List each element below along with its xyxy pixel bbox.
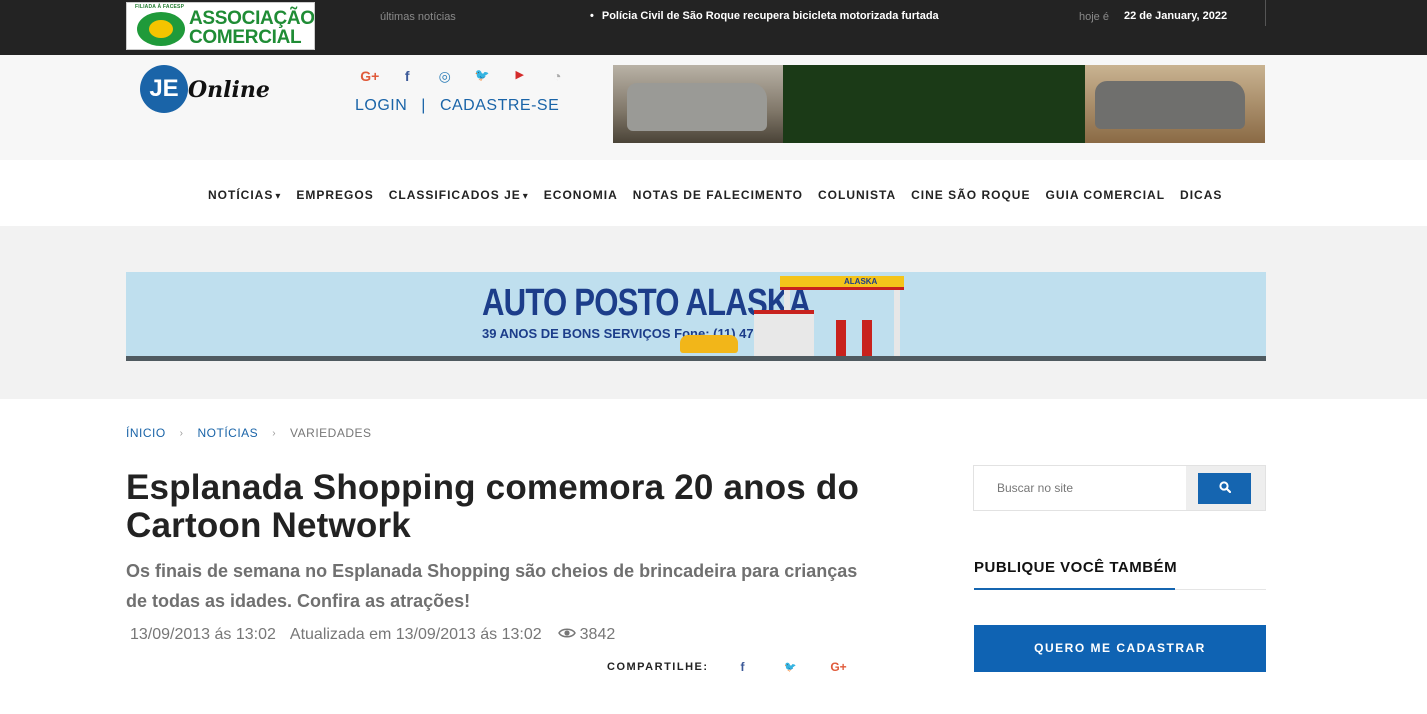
search-button-wrap bbox=[1186, 466, 1265, 510]
share-label: COMPARTILHE: bbox=[607, 661, 709, 673]
breadcrumb-current: VARIEDADES bbox=[290, 426, 372, 440]
auto-posto-alaska-ad[interactable]: AUTO POSTO ALASKA 39 ANOS DE BONS SERVIÇ… bbox=[126, 272, 1266, 361]
car-ad-banner[interactable] bbox=[613, 65, 1265, 143]
article-meta: 13/09/2013 ás 13:02 Atualizada em 13/09/… bbox=[130, 626, 615, 644]
share-twitter-icon[interactable]: 🐦 bbox=[767, 662, 815, 673]
fuel-pump-icon bbox=[836, 320, 846, 356]
je-logo-mark: JE bbox=[140, 65, 188, 113]
car-ad-vehicle-right bbox=[1095, 81, 1245, 129]
view-count: 3842 bbox=[579, 626, 616, 643]
je-online-logo[interactable]: JE Online bbox=[140, 65, 280, 120]
site-search bbox=[973, 465, 1266, 511]
rss-icon[interactable]: ◔ bbox=[539, 68, 577, 85]
latest-news-label: últimas notícias bbox=[380, 11, 456, 23]
nav-item-guia-comercial[interactable]: GUIA COMERCIAL bbox=[1045, 188, 1165, 202]
search-icon bbox=[1218, 480, 1231, 496]
associacao-comercial-logo[interactable]: FILIADA À FACESP ASSOCIAÇÃO COMERCIAL bbox=[126, 2, 315, 50]
assoc-logo-mark-icon bbox=[137, 12, 185, 46]
account-links: LOGIN | CADASTRE-SE bbox=[355, 97, 559, 115]
share-google-plus-icon[interactable]: G+ bbox=[815, 660, 863, 674]
publish-section-rule-accent bbox=[974, 588, 1175, 590]
chevron-right-icon: › bbox=[179, 427, 184, 439]
fuel-pump-icon bbox=[862, 320, 872, 356]
search-button[interactable] bbox=[1198, 473, 1251, 504]
google-plus-icon[interactable]: G+ bbox=[351, 68, 389, 85]
main-nav-items: NOTÍCIAS EMPREGOS CLASSIFICADOS JE ECONO… bbox=[208, 188, 1237, 202]
breadcrumb: ÍNICIO › NOTÍCIAS › VARIEDADES bbox=[126, 426, 372, 440]
nav-item-dicas[interactable]: DICAS bbox=[1180, 188, 1222, 202]
instagram-icon[interactable]: ◎ bbox=[426, 68, 464, 85]
published-date: 13/09/2013 ás 13:02 bbox=[130, 626, 276, 643]
article-headline: Esplanada Shopping comemora 20 anos do C… bbox=[126, 468, 860, 545]
eye-icon bbox=[557, 626, 576, 644]
share-bar: COMPARTILHE: f 🐦 G+ bbox=[607, 660, 863, 674]
main-nav: NOTÍCIAS EMPREGOS CLASSIFICADOS JE ECONO… bbox=[0, 160, 1427, 226]
je-logo-word: Online bbox=[188, 77, 270, 103]
social-links: G+ f ◎ 🐦 ▶ ◔ bbox=[351, 68, 576, 85]
nav-item-economia[interactable]: ECONOMIA bbox=[544, 188, 618, 202]
publish-section-title: PUBLIQUE VOCÊ TAMBÉM bbox=[974, 559, 1178, 576]
breadcrumb-noticias[interactable]: NOTÍCIAS bbox=[198, 426, 259, 440]
login-link[interactable]: LOGIN bbox=[355, 97, 407, 114]
station-roof bbox=[780, 276, 904, 290]
article-lead: Os finais de semana no Esplanada Shoppin… bbox=[126, 561, 858, 611]
nav-item-empregos[interactable]: EMPREGOS bbox=[296, 188, 373, 202]
signup-cta-button[interactable]: QUERO ME CADASTRAR bbox=[974, 625, 1266, 672]
current-date: 22 de January, 2022 bbox=[1124, 10, 1228, 22]
facebook-icon[interactable]: f bbox=[389, 68, 427, 85]
car-ad-vehicle-left bbox=[627, 83, 767, 131]
station-pillar bbox=[894, 290, 900, 356]
nav-item-noticias[interactable]: NOTÍCIAS bbox=[208, 188, 281, 202]
assoc-logo-small-text: FILIADA À FACESP bbox=[135, 4, 185, 10]
nav-item-colunista[interactable]: COLUNISTA bbox=[818, 188, 896, 202]
chevron-right-icon: › bbox=[272, 427, 277, 439]
top-bar: FILIADA À FACESP ASSOCIAÇÃO COMERCIAL úl… bbox=[0, 0, 1427, 55]
signup-link[interactable]: CADASTRE-SE bbox=[440, 97, 559, 114]
topbar-divider bbox=[1265, 0, 1266, 26]
updated-date: Atualizada em 13/09/2013 ás 13:02 bbox=[289, 626, 542, 643]
account-links-separator: | bbox=[421, 97, 426, 114]
ticker-headline-link[interactable]: Polícia Civil de São Roque recupera bici… bbox=[590, 10, 939, 22]
ad-road-strip bbox=[126, 356, 1266, 361]
station-brand: ALASKA bbox=[844, 277, 878, 286]
taxi-car-icon bbox=[680, 335, 738, 353]
youtube-icon[interactable]: ▶ bbox=[501, 68, 539, 85]
nav-item-classificados[interactable]: CLASSIFICADOS JE bbox=[389, 188, 529, 202]
gas-station-icon: ALASKA bbox=[754, 276, 904, 356]
search-input[interactable] bbox=[975, 467, 1185, 509]
nav-item-cine-sao-roque[interactable]: CINE SÃO ROQUE bbox=[911, 188, 1030, 202]
today-label: hoje é bbox=[1079, 11, 1109, 23]
twitter-icon[interactable]: 🐦 bbox=[464, 68, 502, 85]
station-kiosk bbox=[754, 310, 814, 356]
nav-item-notas-falecimento[interactable]: NOTAS DE FALECIMENTO bbox=[633, 188, 803, 202]
breadcrumb-home[interactable]: ÍNICIO bbox=[126, 426, 166, 440]
share-facebook-icon[interactable]: f bbox=[719, 660, 767, 674]
assoc-logo-line2: COMERCIAL bbox=[189, 27, 302, 48]
